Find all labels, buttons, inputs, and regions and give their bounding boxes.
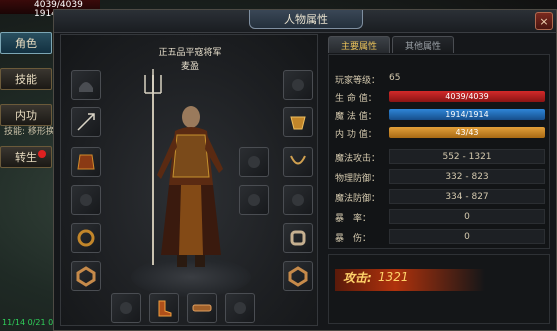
equip-slot-empty-3[interactable]	[283, 185, 313, 215]
empty-slot-icon	[80, 194, 92, 206]
tab-skills[interactable]: 技能	[0, 68, 52, 90]
ring-icon	[76, 266, 96, 287]
side-skill-text: 技能: 移形换	[4, 127, 55, 137]
stat-magic-attack: 魔法攻击： 552 - 1321	[335, 149, 545, 165]
stat-value: 552 - 1321	[389, 149, 545, 164]
equip-slot-empty-2[interactable]	[283, 70, 313, 100]
stat-label: 内 功 值：	[335, 130, 377, 140]
character-panel: 正五品平寇将军 麦盈	[60, 34, 318, 326]
window-titlebar[interactable]: 人物属性 ×	[54, 10, 556, 33]
empty-slot-icon	[292, 79, 304, 91]
equip-slot-empty-4[interactable]	[239, 147, 269, 177]
equip-slot-bracelet[interactable]	[71, 223, 101, 253]
stat-crit-rate: 暴 率： 0	[335, 209, 545, 225]
armor-icon	[77, 154, 95, 170]
ring-icon	[288, 266, 308, 287]
stat-crit-damage: 暴 伤： 0	[335, 229, 545, 245]
necklace-icon	[290, 155, 306, 165]
empty-slot-icon	[234, 302, 246, 314]
stat-label: 暴 率：	[335, 214, 372, 224]
belt-icon	[192, 304, 212, 312]
character-attributes-window: 人物属性 × 正五品平寇将军 麦盈 主要属性 其他属性 玩家等级： 65 生 命…	[53, 9, 557, 331]
stat-physical-defense: 物理防御： 332 - 823	[335, 169, 545, 185]
stat-value: 332 - 823	[389, 169, 545, 184]
stat-value: 334 - 827	[389, 189, 545, 204]
equip-slot-ring-1[interactable]	[71, 261, 101, 291]
attack-label: 攻击:	[343, 271, 372, 285]
empty-slot-icon	[248, 156, 260, 168]
trident-icon	[77, 113, 95, 131]
stat-label: 物理防御：	[335, 174, 381, 184]
stat-label: 生 命 值：	[335, 94, 377, 104]
stat-mp: 魔 法 值： 1914/1914	[335, 107, 545, 123]
empty-slot-icon	[248, 194, 260, 206]
equip-slot-boots[interactable]	[149, 293, 179, 323]
mp-bar: 1914/1914	[389, 109, 545, 120]
inner-power-bar: 43/43	[389, 127, 545, 138]
bracelet-icon	[77, 229, 95, 247]
hp-bar: 4039/4039	[389, 91, 545, 102]
helmet-icon	[79, 82, 93, 92]
equip-slot-necklace[interactable]	[283, 147, 313, 177]
equip-slot-weapon[interactable]	[71, 107, 101, 137]
notification-dot	[38, 150, 46, 158]
stat-value: 0	[389, 229, 545, 244]
equip-slot-belt[interactable]	[187, 293, 217, 323]
tab-inner-power[interactable]: 内功	[0, 104, 52, 126]
equip-slot-armor[interactable]	[71, 147, 101, 177]
stat-label: 魔 法 值：	[335, 112, 377, 122]
empty-slot-icon	[292, 194, 304, 206]
stat-label: 魔法防御：	[335, 194, 381, 204]
character-rank: 正五品平寇将军	[158, 48, 222, 58]
stat-magic-defense: 魔法防御： 334 - 827	[335, 189, 545, 205]
stat-value: 0	[389, 209, 545, 224]
boots-icon	[158, 300, 172, 317]
attack-value: 1321	[378, 270, 409, 284]
equip-slot-empty-1[interactable]	[71, 185, 101, 215]
medal-icon	[290, 116, 306, 130]
stats-panel: 玩家等级： 65 生 命 值： 4039/4039 魔 法 值： 1914/19…	[328, 54, 550, 249]
close-button[interactable]: ×	[535, 12, 553, 30]
window-title: 人物属性	[249, 10, 363, 29]
stat-value: 65	[389, 73, 401, 83]
empty-slot-icon	[120, 302, 132, 314]
stat-hp: 生 命 值： 4039/4039	[335, 89, 545, 105]
stat-level: 玩家等级： 65	[335, 71, 545, 87]
equip-slot-empty-7[interactable]	[225, 293, 255, 323]
stat-label: 玩家等级：	[335, 76, 381, 86]
tab-main-attributes[interactable]: 主要属性	[328, 36, 390, 53]
tab-character[interactable]: 角色	[0, 32, 52, 54]
character-figure	[144, 69, 223, 267]
equip-slot-bracer[interactable]	[283, 223, 313, 253]
stat-inner-power: 内 功 值： 43/43	[335, 125, 545, 141]
attribute-tabs: 主要属性 其他属性	[328, 36, 548, 56]
equip-slot-empty-6[interactable]	[111, 293, 141, 323]
equip-slot-helmet[interactable]	[71, 70, 101, 100]
attack-power-box: 攻击: 1321	[328, 254, 550, 324]
stat-label: 暴 伤：	[335, 234, 372, 244]
bracer-icon	[290, 230, 306, 246]
tab-other-attributes[interactable]: 其他属性	[392, 36, 454, 53]
equip-slot-empty-5[interactable]	[239, 185, 269, 215]
stat-label: 魔法攻击：	[335, 154, 381, 164]
equip-slot-medal[interactable]	[283, 107, 313, 137]
equip-slot-ring-2[interactable]	[283, 261, 313, 291]
